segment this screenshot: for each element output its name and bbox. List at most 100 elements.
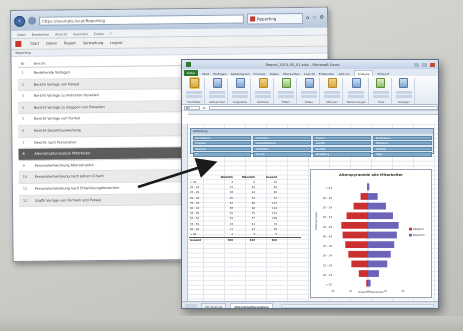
slicer-item[interactable]: Controlling <box>252 135 312 140</box>
report-row-name: Grafik Vorlage von Formeln und Paneel <box>34 197 102 203</box>
slicer-item[interactable]: Personal <box>192 146 252 152</box>
ribbon-small-buttons <box>324 91 340 98</box>
nav-report[interactable]: Report <box>64 41 76 45</box>
ribbon-tab[interactable]: Überprüfen <box>283 72 300 76</box>
address-bar[interactable]: https://example.local/Reporting <box>39 14 244 26</box>
pivot-table[interactable]: Weiblich Männlich Gesamt < 20 4 6 10 20 - 24… <box>189 175 301 242</box>
back-arrow-icon[interactable]: ‹ <box>14 15 26 27</box>
bar-weiblich <box>358 270 368 277</box>
name-box[interactable]: B3 <box>184 105 200 110</box>
menu-help[interactable]: ? <box>110 31 112 35</box>
bar-weiblich <box>366 279 368 287</box>
nav-start[interactable]: Start <box>30 42 39 46</box>
slicer-item[interactable]: Verwaltung <box>312 152 372 157</box>
star-icon[interactable]: ☆ <box>312 15 317 21</box>
menu-bearbeiten[interactable]: Bearbeiten <box>32 32 50 36</box>
ribbon-tab[interactable]: Seitenlayout <box>231 72 250 76</box>
ribbon-tab[interactable]: Entwickler <box>319 72 335 76</box>
menu-favoriten[interactable]: Favoriten <box>73 32 88 36</box>
ribbon-button-icon[interactable] <box>376 78 386 88</box>
y-tick-label: 55 - 59 <box>323 206 333 210</box>
report-row-name: Personalentwicklung Altersstruktur <box>34 162 94 168</box>
slicer-item[interactable]: Marketing <box>372 141 432 146</box>
ribbon-small-buttons <box>186 91 202 98</box>
slicer-item[interactable]: Einkauf <box>312 135 372 140</box>
slicer-abteilung[interactable]: Abteilung Buchhaltung Controlling Einkauf E… <box>190 128 434 157</box>
sheet-tab-hr-personal[interactable]: HR_Personal <box>201 302 227 308</box>
ribbon-tab[interactable]: Einfügen <box>213 72 226 76</box>
app-logo <box>15 40 22 47</box>
ribbon-button-icon[interactable] <box>189 78 199 88</box>
ribbon-small-buttons <box>278 91 294 98</box>
worksheet-grid[interactable]: Abteilung Buchhaltung Controlling Einkauf E… <box>182 124 438 302</box>
slicer-item[interactable]: Entwicklung <box>372 135 432 140</box>
ribbon-tab[interactable]: Entwurf <box>377 72 389 76</box>
slicer-item[interactable]: Qualität <box>312 146 372 152</box>
menu-ansicht[interactable]: Ansicht <box>55 32 67 36</box>
slicer-item[interactable]: Finanzen <box>192 141 252 146</box>
y-tick-label: < 20 <box>326 283 333 287</box>
ribbon-button-icon[interactable] <box>327 78 337 88</box>
bar-weiblich <box>346 212 368 220</box>
ribbon-small-buttons <box>301 91 317 98</box>
column-header-name: Bericht <box>33 61 46 66</box>
sheet-nav-arrows[interactable] <box>185 303 197 308</box>
bar-maennlich <box>368 202 386 210</box>
pyramid-chart[interactable]: Alterspyramide alle Mitarbeiter Altersgr… <box>310 169 432 298</box>
nav-logout[interactable]: Logout <box>110 41 122 45</box>
ribbon-group: Sortieren <box>253 78 274 104</box>
ribbon-tab[interactable]: Start <box>202 72 209 76</box>
pivot-cell: Gesamt <box>190 239 202 243</box>
ribbon-button-icon[interactable] <box>212 78 222 88</box>
slicer-item[interactable]: Produktion <box>252 146 312 152</box>
slicer-item[interactable]: Vertrieb <box>372 146 432 152</box>
ribbon-tab[interactable]: Daten <box>270 72 279 76</box>
fx-icon: fx <box>203 105 206 110</box>
forward-icon[interactable] <box>28 16 37 25</box>
ribbon-button-icon[interactable] <box>258 78 268 88</box>
slicer-item[interactable]: Geschäftsleitung <box>252 141 312 146</box>
ribbon-tab[interactable]: Analyse <box>353 70 374 76</box>
ribbon-tab[interactable]: Add-Ins <box>338 72 349 76</box>
maximize-icon[interactable] <box>422 62 427 67</box>
slicer-item[interactable]: Service <box>252 152 312 157</box>
gear-icon[interactable]: ⚙ <box>320 15 325 21</box>
slicer-item[interactable]: Buchhaltung <box>192 135 252 140</box>
x-tick-label: 80 <box>331 290 335 293</box>
ribbon-button-icon[interactable] <box>351 78 361 88</box>
sheet-tab-altersstruktur[interactable]: Altersstrukturanalyse <box>230 302 273 308</box>
report-row-name: Bericht Vorlage von Formel <box>34 116 81 122</box>
ribbon-button-icon[interactable] <box>235 78 245 88</box>
slicer-item[interactable]: Lager <box>372 152 432 157</box>
bar-weiblich <box>342 231 368 239</box>
pivot-cell: 3 <box>253 232 255 236</box>
ribbon-button-icon[interactable] <box>281 78 291 88</box>
home-icon[interactable]: ⌂ <box>306 15 309 21</box>
y-tick-label: 60 - 64 <box>323 196 333 200</box>
formula-input[interactable] <box>208 105 438 110</box>
slicer-item[interactable]: IT <box>192 152 252 157</box>
slicer-item[interactable]: Logistik <box>312 141 372 146</box>
ribbon-small-buttons <box>372 91 389 98</box>
menu-datei[interactable]: Datei <box>17 32 26 36</box>
ribbon-button-icon[interactable] <box>399 78 409 88</box>
nav-daten[interactable]: Daten <box>46 42 57 46</box>
tab-reporting[interactable]: Reporting <box>246 12 304 25</box>
report-row-nr: 3 <box>21 94 25 99</box>
y-tick-label: 25 - 29 <box>323 263 333 267</box>
close-icon[interactable] <box>430 62 435 67</box>
legend-swatch <box>409 233 412 237</box>
menu-extras[interactable]: Extras <box>94 32 104 36</box>
nav-verwaltung[interactable]: Verwaltung <box>83 41 103 45</box>
minimize-icon[interactable] <box>414 62 419 67</box>
ribbon-tab[interactable]: Ansicht <box>304 72 315 76</box>
y-tick-label: 40 - 44 <box>323 234 333 238</box>
ribbon-tab[interactable]: Datei <box>184 70 199 76</box>
photo-bottom-edge <box>0 316 463 331</box>
ribbon-button-icon[interactable] <box>304 78 314 88</box>
ribbon-group: Berechnungen <box>345 78 369 104</box>
horizontal-scrollbar[interactable] <box>280 303 434 308</box>
excel-window: Report_2013-05_01.xlsx - Microsoft Excel… <box>181 59 439 309</box>
ribbon-tab[interactable]: Formeln <box>253 72 265 76</box>
report-row-nr: 11 <box>22 186 28 191</box>
